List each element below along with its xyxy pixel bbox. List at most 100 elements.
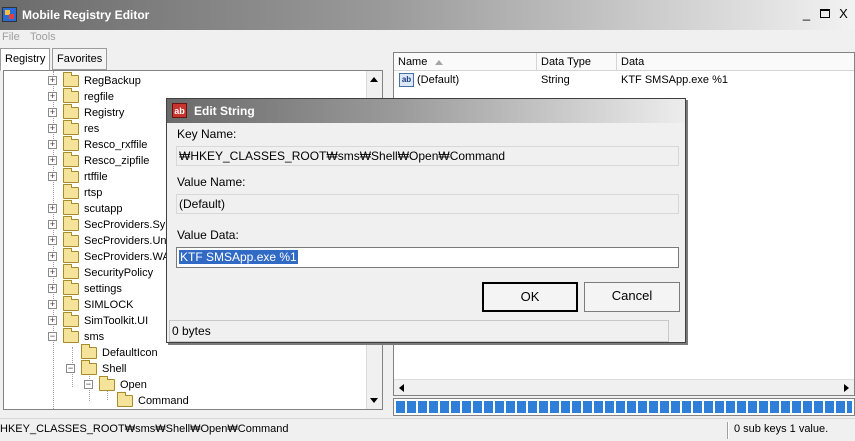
cancel-button[interactable]: Cancel — [584, 282, 680, 312]
maximize-button[interactable] — [817, 6, 832, 22]
tree-item[interactable]: + RegBackup — [4, 72, 364, 89]
expand-icon[interactable]: + — [48, 284, 57, 293]
key-name-field: ₩HKEY_CLASSES_ROOT₩sms₩Shell₩Open₩Comman… — [176, 146, 679, 166]
collapse-icon[interactable]: − — [48, 332, 57, 341]
folder-icon — [63, 248, 79, 263]
string-value-icon: ab — [399, 73, 414, 87]
window-title: Mobile Registry Editor — [22, 8, 150, 22]
progress-fill — [396, 401, 852, 413]
tree-item-label: Resco_rxffile — [84, 139, 148, 151]
sort-ascending-icon — [435, 59, 444, 65]
folder-icon — [63, 328, 79, 343]
menu-tools[interactable]: Tools — [30, 31, 56, 43]
menu-file[interactable]: File — [2, 31, 20, 43]
folder-icon — [63, 312, 79, 327]
expand-icon[interactable]: + — [48, 220, 57, 229]
status-bar: HKEY_CLASSES_ROOT₩sms₩Shell₩Open₩Command… — [0, 418, 855, 441]
tree-item-label: SecurityPolicy — [84, 267, 154, 279]
list-horizontal-scrollbar[interactable] — [394, 379, 854, 395]
value-data-input[interactable]: KTF SMSApp.exe %1 — [176, 247, 679, 268]
folder-icon — [63, 88, 79, 103]
expand-icon[interactable]: + — [48, 108, 57, 117]
folder-icon — [63, 264, 79, 279]
value-data-label: Value Data: — [177, 228, 239, 242]
folder-icon — [63, 120, 79, 135]
tree-item-label: SimToolkit.UI — [84, 315, 149, 327]
expand-icon[interactable]: + — [48, 140, 57, 149]
expand-icon[interactable]: + — [48, 76, 57, 85]
minimize-button[interactable]: _ — [799, 6, 814, 22]
tree-item[interactable]: − Shell — [4, 360, 364, 377]
column-header-name[interactable]: Name — [394, 53, 537, 71]
ok-button[interactable]: OK — [482, 282, 578, 312]
tab-favorites[interactable]: Favorites — [52, 48, 108, 70]
tree-item-label: rtffile — [84, 171, 108, 183]
expand-icon[interactable]: + — [48, 236, 57, 245]
tree-item[interactable]: DefaultIcon — [4, 344, 364, 361]
status-divider — [727, 422, 729, 439]
dialog-status: 0 bytes — [169, 320, 669, 342]
expand-icon[interactable]: + — [48, 204, 57, 213]
dialog-titlebar[interactable]: ab Edit String — [167, 99, 685, 123]
folder-icon — [63, 136, 79, 151]
tab-registry[interactable]: Registry — [0, 48, 51, 71]
folder-icon — [81, 344, 97, 359]
collapse-icon[interactable]: − — [84, 380, 93, 389]
expand-icon[interactable]: + — [48, 92, 57, 101]
expand-icon[interactable]: + — [48, 172, 57, 181]
maximize-icon — [819, 9, 830, 18]
expand-icon[interactable]: + — [48, 252, 57, 261]
value-name-field: (Default) — [176, 194, 679, 214]
expand-icon[interactable]: + — [48, 156, 57, 165]
window-titlebar[interactable]: Mobile Registry Editor _ X — [0, 0, 855, 30]
tree-item-label: scutapp — [84, 203, 123, 215]
folder-icon — [63, 296, 79, 311]
folder-icon — [63, 168, 79, 183]
tree-item-label: regfile — [84, 91, 114, 103]
tree-item[interactable]: Command — [4, 392, 364, 409]
expand-icon[interactable]: + — [48, 316, 57, 325]
tree-item-label: sms — [84, 331, 105, 343]
tree-item-label: Shell — [102, 363, 127, 375]
expand-icon[interactable]: + — [48, 268, 57, 277]
tree-item-label: settings — [84, 283, 122, 295]
expand-icon[interactable]: + — [48, 300, 57, 309]
folder-icon — [63, 232, 79, 247]
progress-bar — [393, 398, 855, 416]
tree-item-label: SecProviders.Una — [84, 235, 173, 247]
tree-item-label: Open — [120, 379, 147, 391]
folder-icon — [63, 104, 79, 119]
tree-item-label: DefaultIcon — [102, 347, 158, 359]
folder-icon — [81, 360, 97, 375]
edit-string-icon: ab — [172, 103, 187, 118]
status-count: 0 sub keys 1 value. — [734, 423, 829, 435]
edit-string-dialog[interactable]: ab Edit String Key Name: ₩HKEY_CLASSES_R… — [166, 98, 686, 343]
scroll-up-icon[interactable] — [370, 77, 378, 82]
value-name-label: Value Name: — [177, 175, 246, 189]
scroll-right-icon[interactable] — [844, 384, 849, 392]
value-data-selected-text: KTF SMSApp.exe %1 — [179, 250, 298, 264]
tree-item-label: RegBackup — [84, 75, 141, 87]
collapse-icon[interactable]: − — [66, 364, 75, 373]
folder-icon — [63, 200, 79, 215]
column-name-label: Name — [398, 56, 428, 68]
folder-icon — [63, 280, 79, 295]
folder-icon — [99, 376, 115, 391]
scroll-down-icon[interactable] — [370, 398, 378, 403]
tree-item[interactable]: − Open — [4, 376, 364, 393]
key-name-label: Key Name: — [177, 127, 237, 141]
tree-item-label: Resco_zipfile — [84, 155, 150, 167]
scroll-left-icon[interactable] — [399, 384, 404, 392]
value-type: String — [541, 74, 570, 86]
value-name: (Default) — [417, 74, 460, 86]
list-header: Name Data Type Data — [394, 53, 854, 71]
column-header-data[interactable]: Data — [617, 53, 854, 71]
close-button[interactable]: X — [836, 6, 851, 22]
menu-bar: File Tools — [0, 30, 855, 46]
folder-icon — [63, 216, 79, 231]
status-path: HKEY_CLASSES_ROOT₩sms₩Shell₩Open₩Command — [0, 423, 289, 435]
column-header-data-type[interactable]: Data Type — [537, 53, 617, 71]
expand-icon[interactable]: + — [48, 124, 57, 133]
tree-item-label: rtsp — [84, 187, 103, 199]
list-item[interactable]: ab (Default) String KTF SMSApp.exe %1 — [394, 72, 854, 89]
